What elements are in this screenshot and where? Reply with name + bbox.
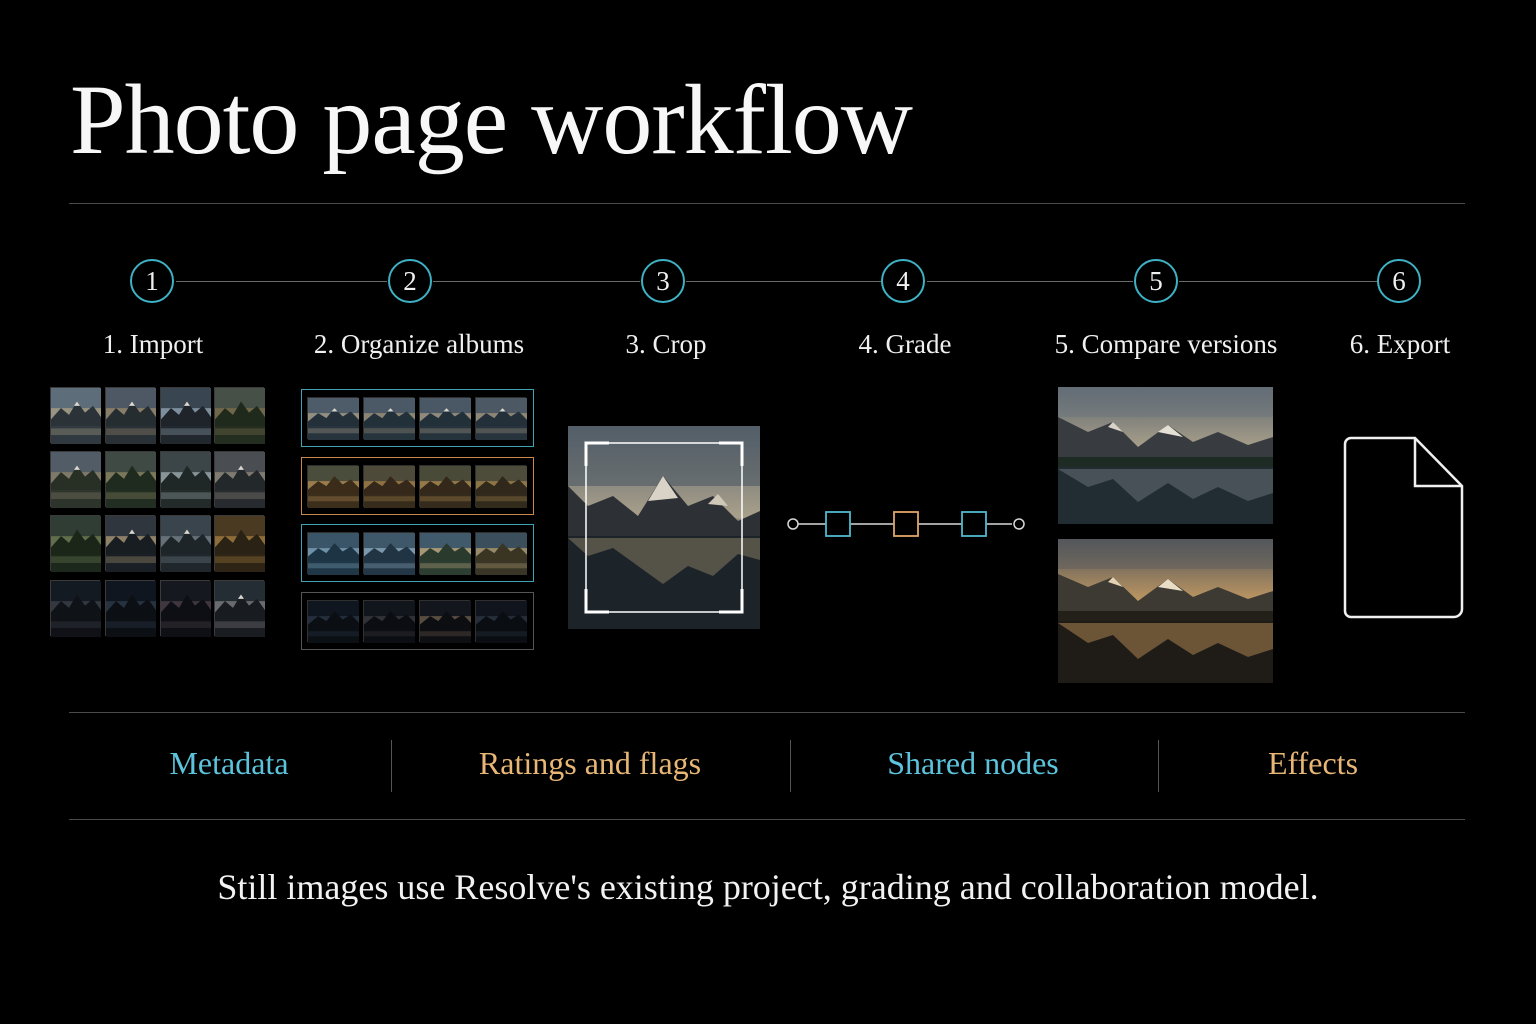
- feature-separator: [790, 740, 791, 792]
- album-photo-thumbnail: [363, 465, 415, 508]
- import-photo-thumbnail[interactable]: [160, 387, 211, 444]
- album-photo-thumbnail: [475, 600, 527, 643]
- step-1-number: 1: [130, 259, 174, 303]
- album-photo-thumbnail: [363, 397, 415, 440]
- album-photo-thumbnail: [307, 465, 359, 508]
- import-photo-thumbnail[interactable]: [50, 387, 101, 444]
- album-photo-thumbnail: [419, 600, 471, 643]
- import-photo-thumbnail[interactable]: [105, 515, 156, 572]
- step-3-number: 3: [641, 259, 685, 303]
- import-photo-thumbnail[interactable]: [214, 387, 265, 444]
- feature-separator: [1158, 740, 1159, 792]
- import-photo-thumbnail[interactable]: [105, 387, 156, 444]
- feature-ratings-and-flags: Ratings and flags: [478, 745, 702, 781]
- album-photo-thumbnail: [475, 465, 527, 508]
- import-photo-thumbnail[interactable]: [160, 580, 211, 637]
- compare-version-a[interactable]: [1058, 387, 1273, 524]
- feature-effects: Effects: [1267, 745, 1359, 781]
- document-icon: [1343, 436, 1464, 619]
- features-bottom-divider: [69, 819, 1465, 820]
- page-title: Photo page workflow: [70, 64, 913, 175]
- step-6-label: 6. Export: [1349, 329, 1451, 359]
- import-photo-thumbnail[interactable]: [50, 515, 101, 572]
- step-6-number: 6: [1377, 259, 1421, 303]
- album-photo-thumbnail: [363, 532, 415, 575]
- step-connector: [927, 281, 1133, 282]
- step-5-number: 5: [1134, 259, 1178, 303]
- step-connector: [433, 281, 640, 282]
- step-connector: [1179, 281, 1377, 282]
- import-photo-thumbnail[interactable]: [214, 515, 265, 572]
- step-connector: [176, 281, 387, 282]
- album-photo-thumbnail: [363, 600, 415, 643]
- album-photo-thumbnail: [475, 397, 527, 440]
- album-photo-thumbnail: [475, 532, 527, 575]
- import-photo-thumbnail[interactable]: [105, 451, 156, 508]
- crop-preview-image[interactable]: [568, 426, 760, 629]
- album-orange[interactable]: [301, 457, 534, 515]
- node-graph-icon: [787, 511, 1025, 537]
- feature-metadata: Metadata: [169, 745, 289, 781]
- step-connector: [686, 281, 881, 282]
- feature-shared-nodes: Shared nodes: [887, 745, 1059, 781]
- step-4-label: 4. Grade: [858, 329, 952, 359]
- import-photo-thumbnail[interactable]: [160, 451, 211, 508]
- import-photo-thumbnail[interactable]: [214, 580, 265, 637]
- album-photo-thumbnail: [419, 532, 471, 575]
- compare-version-b[interactable]: [1058, 539, 1273, 683]
- import-photo-thumbnail[interactable]: [160, 515, 211, 572]
- footer-caption: Still images use Resolve's existing proj…: [217, 867, 1319, 907]
- import-photo-thumbnail[interactable]: [214, 451, 265, 508]
- title-divider: [69, 203, 1465, 204]
- step-1-label: 1. Import: [102, 329, 204, 359]
- album-photo-thumbnail: [419, 465, 471, 508]
- features-top-divider: [69, 712, 1465, 713]
- album-photo-thumbnail: [307, 397, 359, 440]
- step-2-number: 2: [388, 259, 432, 303]
- album-blue-2[interactable]: [301, 524, 534, 582]
- album-night[interactable]: [301, 592, 534, 650]
- import-photo-thumbnail[interactable]: [105, 580, 156, 637]
- album-blue-1[interactable]: [301, 389, 534, 447]
- album-photo-thumbnail: [307, 600, 359, 643]
- import-photo-thumbnail[interactable]: [50, 451, 101, 508]
- album-photo-thumbnail: [419, 397, 471, 440]
- feature-separator: [391, 740, 392, 792]
- import-photo-thumbnail[interactable]: [50, 580, 101, 637]
- album-photo-thumbnail: [307, 532, 359, 575]
- step-4-number: 4: [881, 259, 925, 303]
